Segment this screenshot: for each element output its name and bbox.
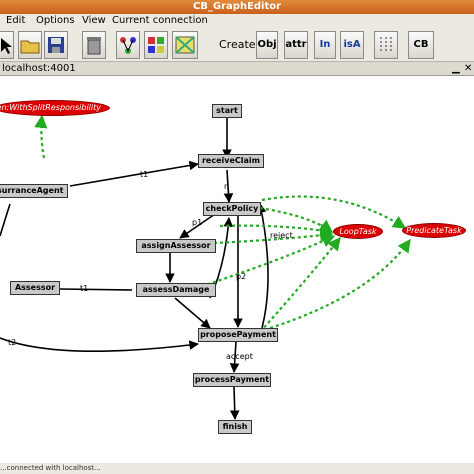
node-start[interactable]: start <box>212 104 242 118</box>
in-button[interactable]: In <box>314 31 336 59</box>
isa-button[interactable]: isA <box>340 31 364 59</box>
dotted-grid-icon[interactable] <box>374 31 398 59</box>
pointer-icon[interactable] <box>0 31 14 59</box>
edge-label-t1-assessor: t1 <box>80 284 89 293</box>
edge-label-p2: p2 <box>236 272 247 281</box>
ellipse-loop-task[interactable]: LoopTask <box>333 224 383 239</box>
menu-current-connection[interactable]: Current connection <box>112 14 208 28</box>
edge-label-accept: accept <box>226 352 253 361</box>
minimize-icon[interactable]: ▁ <box>452 62 460 76</box>
tab-bar: localhost:4001 ▁ ✕ <box>0 62 474 76</box>
node-check-policy[interactable]: checkPolicy <box>203 202 261 216</box>
edge-label-p1: p1 <box>192 218 203 227</box>
menu-edit[interactable]: Edit <box>6 14 25 28</box>
open-folder-icon[interactable] <box>18 31 42 59</box>
ellipse-predicate-task[interactable]: PredicateTask <box>402 223 466 238</box>
node-finish[interactable]: finish <box>218 420 252 434</box>
graph-edges <box>0 114 411 420</box>
trash-icon[interactable] <box>82 31 106 59</box>
attr-button[interactable]: attr <box>284 31 308 59</box>
node-propose-payment[interactable]: proposePayment <box>198 328 278 342</box>
graph-tool-icon[interactable] <box>116 31 140 59</box>
tab-localhost[interactable]: localhost:4001 <box>2 62 76 76</box>
menu-options[interactable]: Options <box>36 14 75 28</box>
create-label: Create <box>219 38 256 51</box>
status-bar: ...connected with localhost... <box>0 463 474 474</box>
obj-button[interactable]: Obj <box>256 31 278 59</box>
edge-label-t2: t2 <box>8 338 17 347</box>
cb-button[interactable]: CB <box>408 31 434 59</box>
node-receive-claim[interactable]: receiveClaim <box>198 154 264 168</box>
node-process-payment[interactable]: processPayment <box>193 373 271 387</box>
graph-canvas[interactable]: start receiveClaim checkPolicy assignAss… <box>0 76 474 463</box>
window-title: CB_GraphEditor <box>0 0 474 14</box>
node-assessor[interactable]: Assessor <box>10 281 60 295</box>
menu-view[interactable]: View <box>82 14 106 28</box>
toolbar: Create Obj attr In isA CB <box>0 28 474 62</box>
frame-tool-icon[interactable] <box>172 31 198 59</box>
layout-grid-icon[interactable] <box>144 31 168 59</box>
node-assign-assessor[interactable]: assignAssessor <box>136 239 216 253</box>
node-insurance-agent[interactable]: surranceAgent <box>0 184 68 198</box>
close-icon[interactable]: ✕ <box>464 62 472 76</box>
save-disk-icon[interactable] <box>44 31 68 59</box>
node-assess-damage[interactable]: assessDamage <box>136 283 216 297</box>
edge-label-n: n <box>224 182 230 191</box>
menu-bar: Edit Options View Current connection <box>0 14 474 28</box>
edge-label-t1-agent: t1 <box>140 170 149 179</box>
edge-label-reject: reject <box>270 231 293 240</box>
